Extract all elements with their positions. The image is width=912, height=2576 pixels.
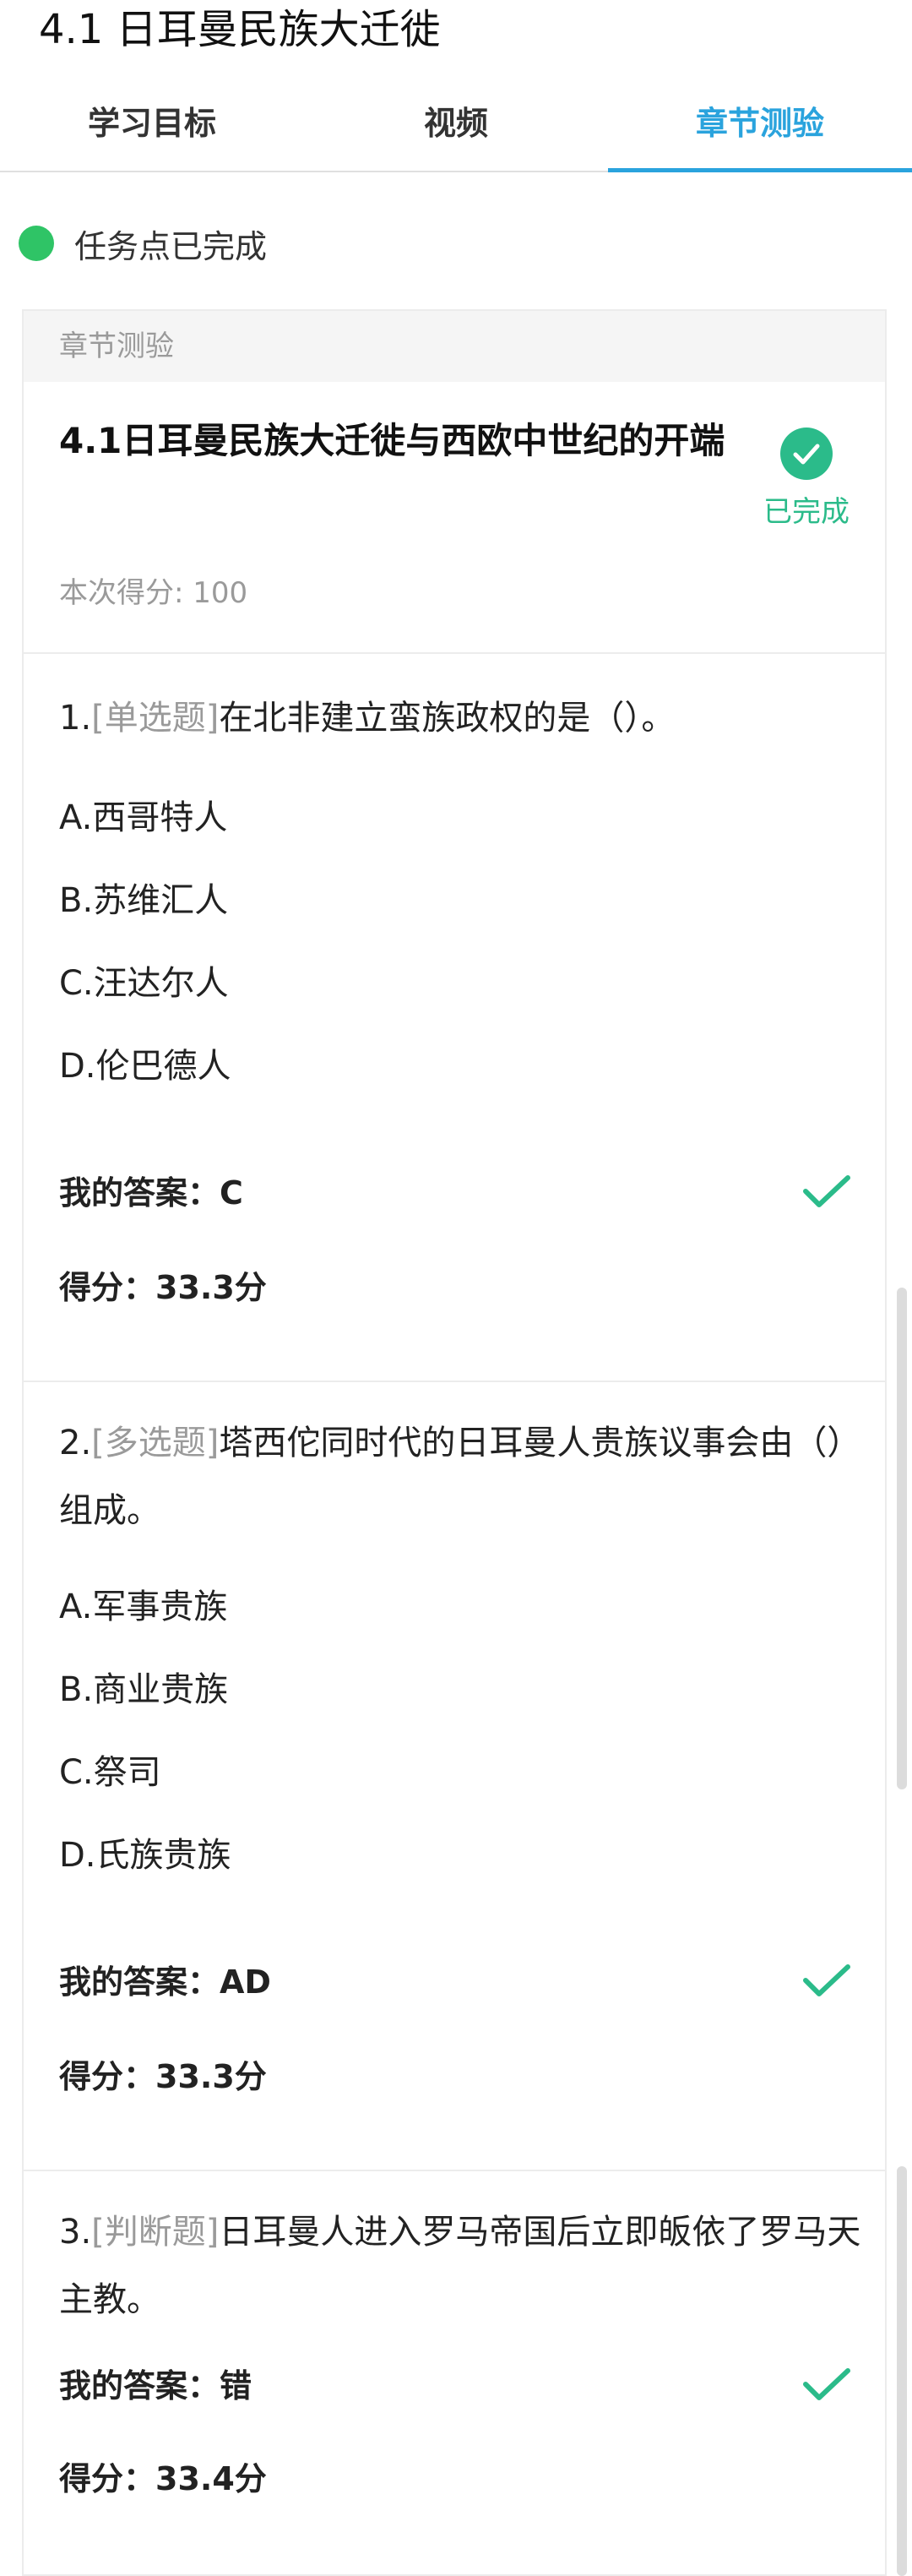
total-score: 本次得分: 100 — [59, 576, 248, 610]
my-answer: 我的答案：AD — [59, 1963, 271, 2001]
option-b: B.苏维汇人 — [59, 881, 229, 920]
my-answer: 我的答案：错 — [59, 2367, 252, 2404]
question-type: [单选题] — [91, 699, 220, 738]
quiz-header: 4.1日耳曼民族大迁徙与西欧中世纪的开端 已完成 本次得分: 100 — [24, 382, 885, 654]
option-c: C.祭司 — [59, 1753, 161, 1792]
option-d: D.伦巴德人 — [59, 1047, 231, 1086]
question-type: [多选题] — [91, 1424, 220, 1462]
question-text: 3.[判断题]日耳曼人进入罗马帝国后立即皈依了罗马天主教。 — [59, 2198, 861, 2334]
option-b: B.商业贵族 — [59, 1670, 229, 1709]
page: 4.1 日耳曼民族大迁徙 学习目标 视频 章节测验 任务点已完成 章节测验 4.… — [0, 0, 912, 2576]
correct-check-icon — [803, 1964, 850, 1996]
question-number: 2. — [59, 1424, 92, 1462]
question-score: 得分：33.3分 — [59, 2058, 267, 2095]
question-number: 3. — [59, 2213, 92, 2252]
tab-video[interactable]: 视频 — [304, 91, 608, 171]
question-number: 1. — [59, 699, 92, 738]
question-text: 2.[多选题]塔西佗同时代的日耳曼人贵族议事会由（）组成。 — [59, 1409, 861, 1544]
option-c: C.汪达尔人 — [59, 964, 229, 1003]
task-status: 任务点已完成 — [19, 218, 267, 269]
correct-check-icon — [803, 1175, 850, 1207]
page-title: 4.1 日耳曼民族大迁徙 — [39, 6, 441, 53]
my-answer: 我的答案：C — [59, 1174, 243, 1212]
scrollbar-thumb[interactable] — [897, 2166, 907, 2576]
completed-check-icon — [780, 428, 833, 480]
tab-chapter-quiz[interactable]: 章节测验 — [608, 91, 912, 172]
question-item: 3.[判断题]日耳曼人进入罗马帝国后立即皈依了罗马天主教。 我的答案：错 得分：… — [24, 2171, 885, 2576]
status-text: 任务点已完成 — [74, 227, 268, 265]
section-label: 章节测验 — [24, 311, 885, 382]
quiz-title: 4.1日耳曼民族大迁徙与西欧中世纪的开端 — [59, 420, 725, 461]
question-score: 得分：33.3分 — [59, 1269, 267, 1306]
correct-check-icon — [803, 2368, 850, 2400]
question-text: 1.[单选题]在北非建立蛮族政权的是（）。 — [59, 684, 861, 752]
scrollbar-thumb[interactable] — [897, 1288, 907, 1789]
tab-learning-goals[interactable]: 学习目标 — [0, 91, 304, 171]
option-a: A.西哥特人 — [59, 798, 228, 837]
option-d: D.氏族贵族 — [59, 1836, 231, 1875]
question-score: 得分：33.4分 — [59, 2460, 267, 2497]
question-item: 2.[多选题]塔西佗同时代的日耳曼人贵族议事会由（）组成。 A.军事贵族 B.商… — [24, 1382, 885, 2171]
status-complete-dot-icon — [19, 226, 54, 261]
option-a: A.军事贵族 — [59, 1588, 228, 1626]
tab-bar: 学习目标 视频 章节测验 — [0, 91, 912, 172]
question-type: [判断题] — [91, 2213, 220, 2252]
question-item: 1.[单选题]在北非建立蛮族政权的是（）。 A.西哥特人 B.苏维汇人 C.汪达… — [24, 654, 885, 1382]
quiz-card: 章节测验 4.1日耳曼民族大迁徙与西欧中世纪的开端 已完成 本次得分: 100 … — [22, 309, 887, 2576]
question-stem: 在北非建立蛮族政权的是（）。 — [219, 699, 676, 738]
completed-label: 已完成 — [763, 495, 850, 529]
